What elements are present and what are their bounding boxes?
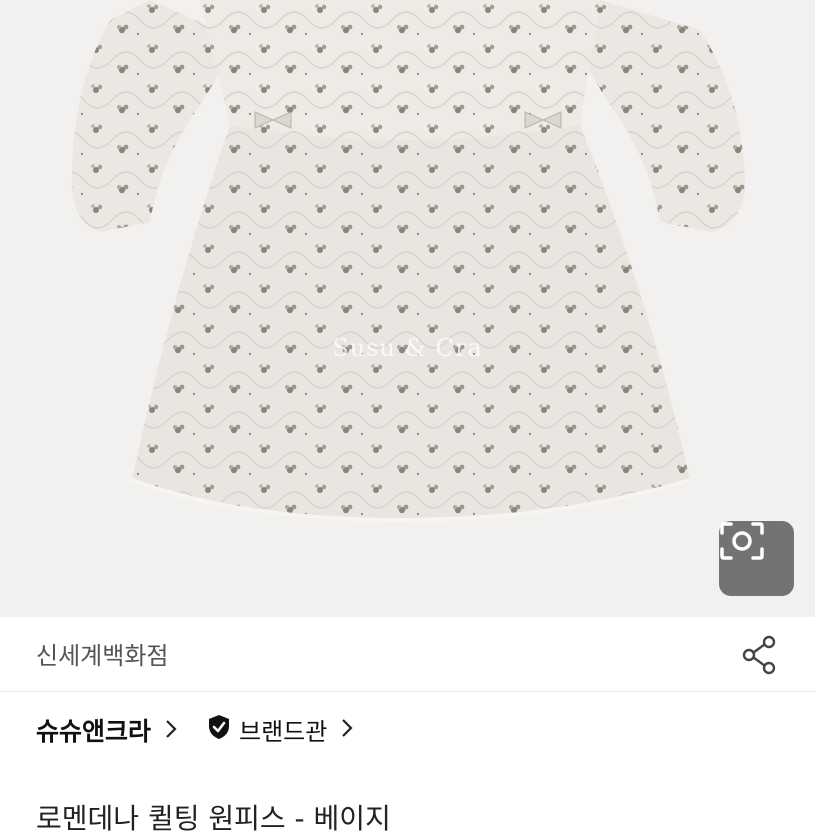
chevron-right-icon	[341, 716, 353, 744]
product-title: 로멘데나 퀼팅 원피스 - 베이지	[36, 802, 391, 835]
brand-watermark: Susu & Cra	[332, 334, 483, 362]
share-button[interactable]	[736, 631, 784, 679]
dress-illustration	[71, 0, 745, 523]
product-image[interactable]: Susu & Cra	[0, 0, 815, 617]
brand-link[interactable]: 슈슈앤크라	[36, 712, 177, 748]
brandhall-label: 브랜드관	[239, 718, 328, 746]
brand-name: 슈슈앤크라	[36, 717, 152, 746]
store-row: 신세계백화점	[0, 617, 815, 692]
chevron-right-icon	[165, 716, 177, 745]
brand-row: 슈슈앤크라 브랜드관	[0, 692, 815, 770]
brandhall-link[interactable]: 브랜드관	[207, 712, 353, 747]
image-search-button[interactable]	[719, 521, 794, 596]
share-icon	[742, 635, 776, 675]
store-name[interactable]: 신세계백화점	[36, 636, 168, 671]
lens-search-icon	[720, 522, 764, 560]
verified-shield-icon	[207, 714, 231, 746]
